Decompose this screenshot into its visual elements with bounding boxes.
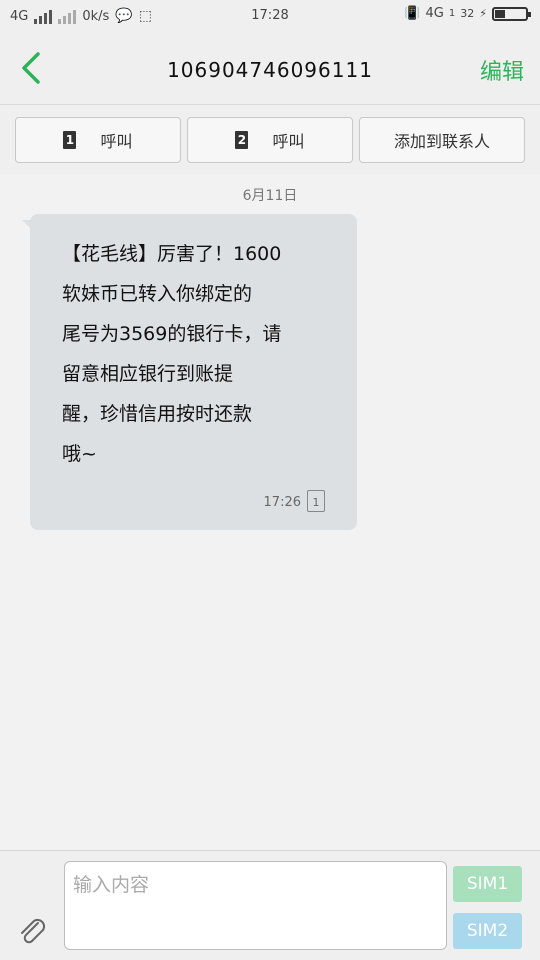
contact-number: 106904746096111 [167,58,373,82]
action-bar: 1 呼叫 2 呼叫 添加到联系人 [0,104,540,174]
call-sim1-button[interactable]: 1 呼叫 [15,117,181,163]
network-type-right: 4G [425,6,444,21]
message-text: 【花毛线】厉害了！1600 软妹币已转入你绑定的 尾号为3569的银行卡，请 留… [62,234,322,474]
send-sim2-button[interactable]: SIM2 [453,913,522,949]
sim1-icon: 1 [63,131,77,149]
battery-icon [492,6,531,21]
send-sim1-button[interactable]: SIM1 [453,866,522,902]
message-line: 软妹币已转入你绑定的 [62,283,253,305]
message-line: 哦~ [62,443,97,465]
sim-index: 1 [448,8,456,19]
paperclip-icon[interactable] [16,915,48,947]
date-separator: 6月11日 [242,188,298,204]
call-sim2-label: 呼叫 [272,132,305,151]
message-input[interactable] [64,861,447,950]
status-right: 📳 4G 1 32 ⚡ [404,6,531,21]
call-sim1-label: 呼叫 [100,132,133,151]
status-bar: 4G 0k/s 💬 ⬚ 17:28 📳 4G 1 32 ⚡ [0,0,540,34]
add-contact-label: 添加到联系人 [393,132,490,151]
call-sim2-button[interactable]: 2 呼叫 [187,117,353,163]
add-contact-button[interactable]: 添加到联系人 [359,117,525,163]
message-line: 【花毛线】厉害了！1600 [62,243,282,265]
edit-button[interactable]: 编辑 [480,54,524,86]
conversation-header: 106904746096111 编辑 [0,34,540,104]
composer-bar: SIM1 SIM2 [0,850,540,960]
sim-card-icon: 1 [307,490,325,512]
message-line: 尾号为3569的银行卡，请 [62,323,282,345]
message-bubble[interactable]: 【花毛线】厉害了！1600 软妹币已转入你绑定的 尾号为3569的银行卡，请 留… [30,214,357,530]
vibrate-icon: 📳 [404,6,421,21]
message-time: 17:26 [263,495,301,510]
sim2-icon: 2 [235,131,249,149]
message-line: 留意相应银行到账提 [62,363,234,385]
message-line: 醒，珍惜信用按时还款 [62,403,253,425]
battery-percent: 32 [460,7,475,20]
charging-icon: ⚡ [479,7,487,20]
